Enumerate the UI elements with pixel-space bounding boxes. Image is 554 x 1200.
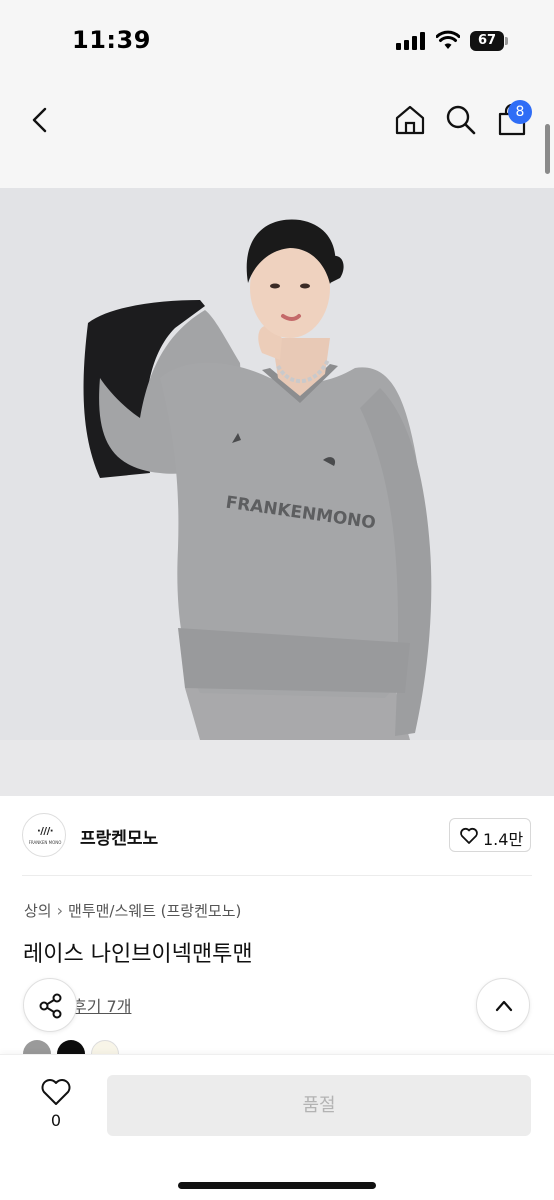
breadcrumb-category[interactable]: 상의 xyxy=(24,900,52,921)
search-icon[interactable] xyxy=(443,102,479,138)
heart-outline-icon xyxy=(41,1079,71,1105)
brand-like-count: 1.4만 xyxy=(483,830,524,849)
scroll-to-top-button[interactable] xyxy=(476,978,530,1032)
cart-badge: 8 xyxy=(508,100,532,124)
status-bar: 11:39 67 xyxy=(0,0,554,82)
chevron-right-icon: › xyxy=(56,901,64,920)
scrollbar-thumb[interactable] xyxy=(545,124,550,174)
image-gallery-spacer xyxy=(0,740,554,796)
wifi-icon xyxy=(436,30,460,49)
chevron-left-icon[interactable] xyxy=(22,102,58,138)
battery-cap xyxy=(505,37,508,45)
sold-out-button[interactable]: 품절 xyxy=(107,1075,531,1136)
brand-like-button[interactable]: 1.4만 xyxy=(449,818,531,852)
brand-logo-sub: FRANKEN MONO xyxy=(28,840,62,845)
wishlist-button[interactable]: 0 xyxy=(30,1075,82,1137)
battery-indicator: 67 xyxy=(470,31,508,51)
brand-name[interactable]: 프랑켄모노 xyxy=(80,824,158,849)
top-navigation-bar xyxy=(0,82,554,188)
cellular-signal-icon xyxy=(396,32,425,50)
home-icon[interactable] xyxy=(392,102,428,138)
bottom-purchase-bar: 0 품절 xyxy=(0,1054,554,1200)
brand-logo[interactable]: ·///· FRANKEN MONO xyxy=(22,813,66,857)
product-title: 레이스 나인브이넥맨투맨 xyxy=(23,942,253,967)
home-indicator[interactable] xyxy=(178,1182,376,1189)
wishlist-count: 0 xyxy=(50,1111,62,1130)
share-icon xyxy=(39,993,62,1019)
heart-outline-icon xyxy=(460,827,478,844)
divider xyxy=(22,875,532,876)
share-button[interactable] xyxy=(23,978,77,1032)
review-link[interactable]: 후기 7개 xyxy=(72,993,131,1017)
product-photo-illustration: FRANKENMONO xyxy=(0,188,554,740)
status-time: 11:39 xyxy=(72,26,151,54)
battery-level: 67 xyxy=(470,31,504,51)
breadcrumb-subcategory[interactable]: 맨투맨/스웨트 (프랑켄모노) xyxy=(68,900,241,921)
brand-logo-mark: ·///· xyxy=(36,826,54,837)
product-image[interactable]: FRANKENMONO xyxy=(0,188,554,740)
breadcrumb: 상의 › 맨투맨/스웨트 (프랑켄모노) xyxy=(24,900,241,921)
chevron-up-icon xyxy=(495,1000,513,1012)
